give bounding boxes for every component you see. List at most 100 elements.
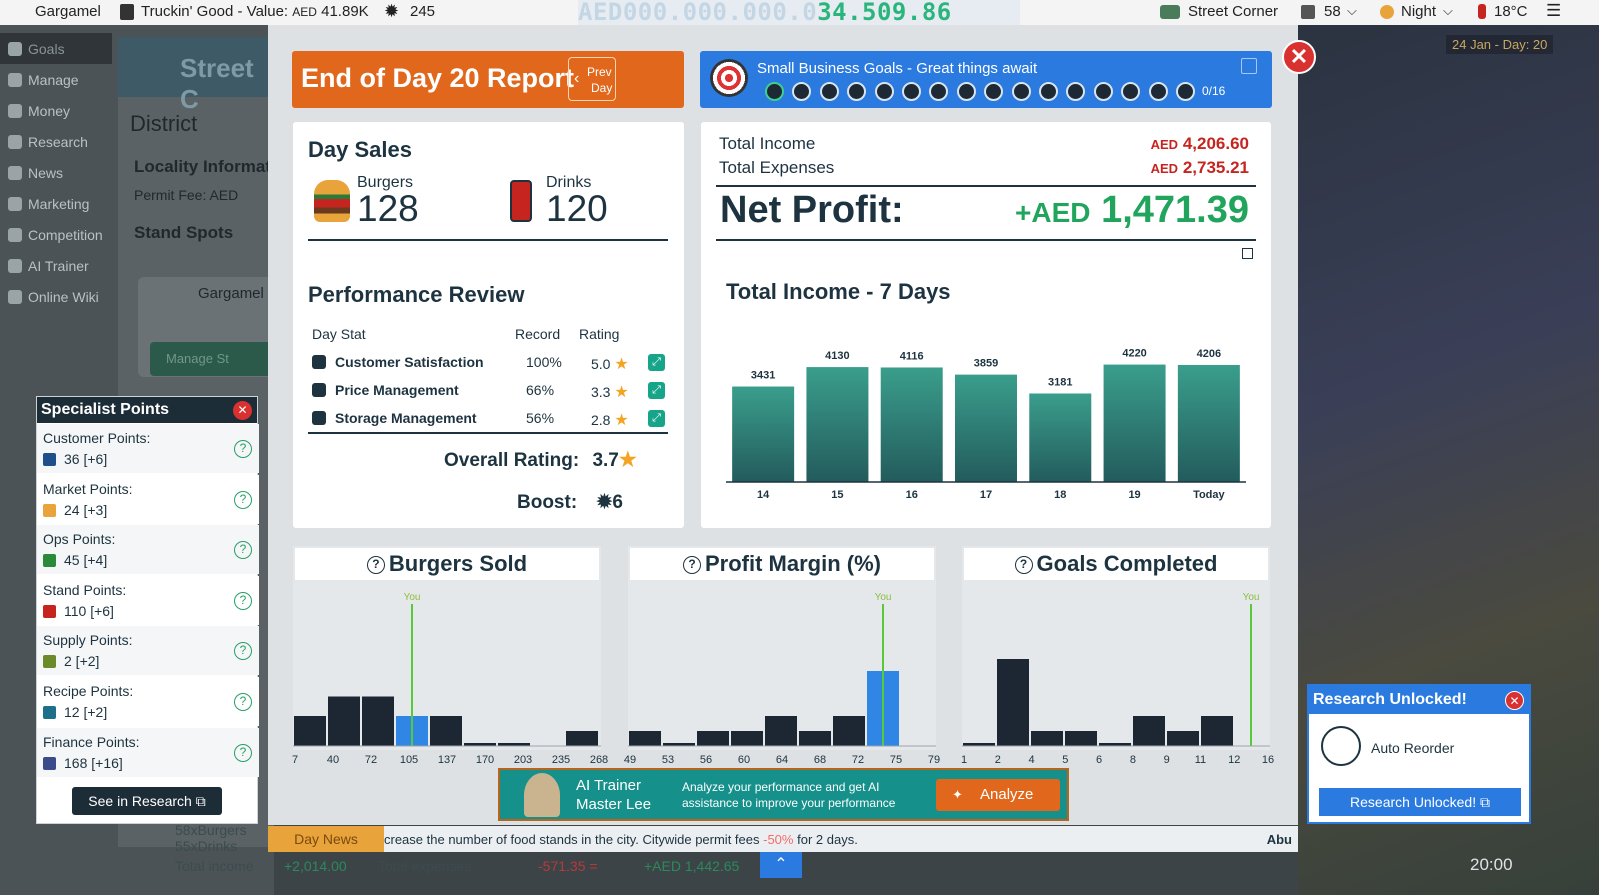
location-name[interactable]: Street Corner (1188, 3, 1278, 20)
histogram-bar (1133, 716, 1165, 746)
histogram-x-tick: 53 (661, 754, 675, 766)
moon-icon (1380, 5, 1394, 19)
total-expenses-label: Total Expenses (719, 158, 835, 177)
burgers-sold-header[interactable]: ? Burgers Sold (295, 548, 599, 580)
nav-item-competition[interactable]: Competition (0, 219, 112, 250)
histogram-x-tick: 4 (1028, 754, 1035, 766)
help-icon[interactable]: ? (234, 743, 252, 762)
manage-stand-button[interactable]: Manage St (150, 342, 278, 376)
specialist-label: Supply Points: (43, 632, 133, 649)
income-bar-label: 3431 (751, 370, 775, 382)
star-icon: ★ (618, 449, 637, 471)
nav-item-ai-trainer[interactable]: AI Trainer (0, 250, 112, 281)
expand-icon[interactable]: ⤢ (648, 354, 665, 371)
drinks-value: 120 (546, 188, 608, 229)
specialist-points-panel: Specialist Points ✕ Customer Points: 36 [… (36, 396, 259, 824)
histogram-x-tick: 8 (1129, 754, 1136, 766)
histogram-x-tick: 56 (699, 754, 713, 766)
nav-item-money[interactable]: Money (0, 95, 112, 126)
histogram-x-tick: 79 (927, 754, 941, 766)
specialist-row: Ops Points: 45 [+4]? (37, 525, 259, 575)
menu-icon[interactable]: ☰ (1546, 1, 1561, 21)
weather-value[interactable]: 58 (1324, 3, 1341, 20)
help-icon: ? (683, 556, 701, 574)
stat-rating: 3.3 ★ (591, 384, 629, 401)
game-clock: 20:00 (1470, 855, 1513, 874)
specialist-label: Stand Points: (43, 581, 127, 598)
nav-item-manage[interactable]: Manage (0, 64, 112, 95)
expand-icon[interactable]: ⤢ (648, 410, 665, 427)
megaphone-icon (8, 196, 22, 211)
gear-icon (8, 72, 22, 87)
external-link-icon[interactable] (1242, 248, 1253, 259)
nav-item-marketing[interactable]: Marketing (0, 188, 112, 219)
close-research-popup-button[interactable]: ✕ (1505, 691, 1524, 710)
histogram-x-tick: 170 (475, 754, 495, 766)
help-icon[interactable]: ? (234, 693, 252, 711)
burgers-sold-histogram: You (293, 592, 601, 747)
specialist-row: Stand Points: 110 [+6]? (37, 575, 259, 625)
histogram-x-tick: 64 (775, 754, 789, 766)
nav-item-research[interactable]: Research (0, 126, 112, 157)
external-link-icon: ⧉ (195, 793, 206, 809)
locality-title: Locality Informat (134, 157, 271, 176)
stand-owner: Gargamel (198, 285, 264, 302)
histogram-x-tick: 72 (851, 754, 865, 766)
goals-icon (8, 41, 22, 56)
performance-title: Performance Review (308, 282, 525, 307)
goal-progress-dot (956, 82, 976, 101)
overall-rating: Overall Rating: 3.7★ (444, 449, 637, 471)
profit-margin-header[interactable]: ? Profit Margin (%) (630, 548, 934, 580)
help-icon[interactable]: ? (234, 490, 252, 509)
help-icon[interactable]: ? (234, 541, 252, 560)
close-report-button[interactable]: ✕ (1282, 40, 1316, 74)
see-in-research-button[interactable]: See in Research ⧉ (72, 787, 222, 815)
money-ghost-digits: AED000.000.000.0 (578, 0, 818, 26)
specialist-row: Recipe Points: 12 [+2]? (37, 677, 259, 726)
goals-completed-header[interactable]: ? Goals Completed (964, 548, 1268, 580)
income-x-tick: 19 (1128, 489, 1140, 501)
specialist-row: Supply Points: 2 [+2]? (37, 626, 259, 676)
top-status-bar: Gargamel Truckin' Good - Value: AED 41.8… (0, 0, 1599, 25)
external-link-icon[interactable] (1241, 58, 1257, 74)
backdrop-day-stats: 58xBurgers 55xDrinks Total income +2,014… (175, 822, 740, 874)
star-icon: ★ (614, 356, 629, 373)
histogram-x-tick: 40 (326, 754, 340, 766)
goal-progress-dot (792, 82, 812, 101)
col-rating: Rating (579, 326, 620, 342)
histogram-x-tick: 16 (1261, 754, 1275, 766)
you-marker-label: You (1243, 592, 1260, 603)
income-bar (1177, 364, 1240, 482)
prev-day-button[interactable]: ‹ Prev Day (568, 57, 616, 101)
you-marker-label: You (404, 592, 421, 603)
help-icon[interactable]: ? (234, 591, 252, 610)
nav-item-news[interactable]: News (0, 157, 112, 188)
chevron-down-icon[interactable]: ⌵ (1347, 3, 1357, 19)
day-news-tab[interactable]: Day News (268, 826, 384, 852)
histogram-x-tick: 12 (1228, 754, 1241, 766)
expand-icon[interactable]: ⤢ (648, 382, 665, 399)
research-unlocked-button[interactable]: Research Unlocked! ⧉ (1319, 788, 1521, 816)
goal-progress-dot (1066, 82, 1086, 101)
specialist-row: Customer Points: 36 [+6]? (37, 424, 259, 473)
stat-name: Price Management (335, 382, 459, 398)
income-bar (880, 367, 943, 482)
star-icon: ★ (614, 384, 629, 401)
chevron-down-icon[interactable]: ⌵ (1443, 3, 1453, 19)
histogram-bar (833, 716, 865, 746)
external-link-icon: ⧉ (1479, 794, 1490, 810)
close-specialist-button[interactable]: ✕ (233, 401, 252, 420)
time-of-day[interactable]: Night (1401, 3, 1436, 20)
trainer-title: AI Trainer (576, 777, 642, 794)
goal-progress-dot (984, 82, 1004, 101)
analyze-button[interactable]: ✦ Analyze (936, 779, 1060, 811)
trainer-avatar (524, 773, 560, 817)
help-icon[interactable]: ? (234, 440, 252, 458)
sun-icon: ✹ (596, 492, 613, 513)
thermometer-icon (1478, 4, 1486, 19)
goals-progress-bar[interactable]: Small Business Goals - Great things awai… (700, 51, 1272, 108)
help-icon[interactable]: ? (234, 642, 252, 661)
income-bar-label: 3181 (1048, 376, 1072, 388)
nav-item-goals[interactable]: Goals (0, 33, 112, 64)
nav-item-online-wiki[interactable]: Online Wiki (0, 281, 112, 312)
